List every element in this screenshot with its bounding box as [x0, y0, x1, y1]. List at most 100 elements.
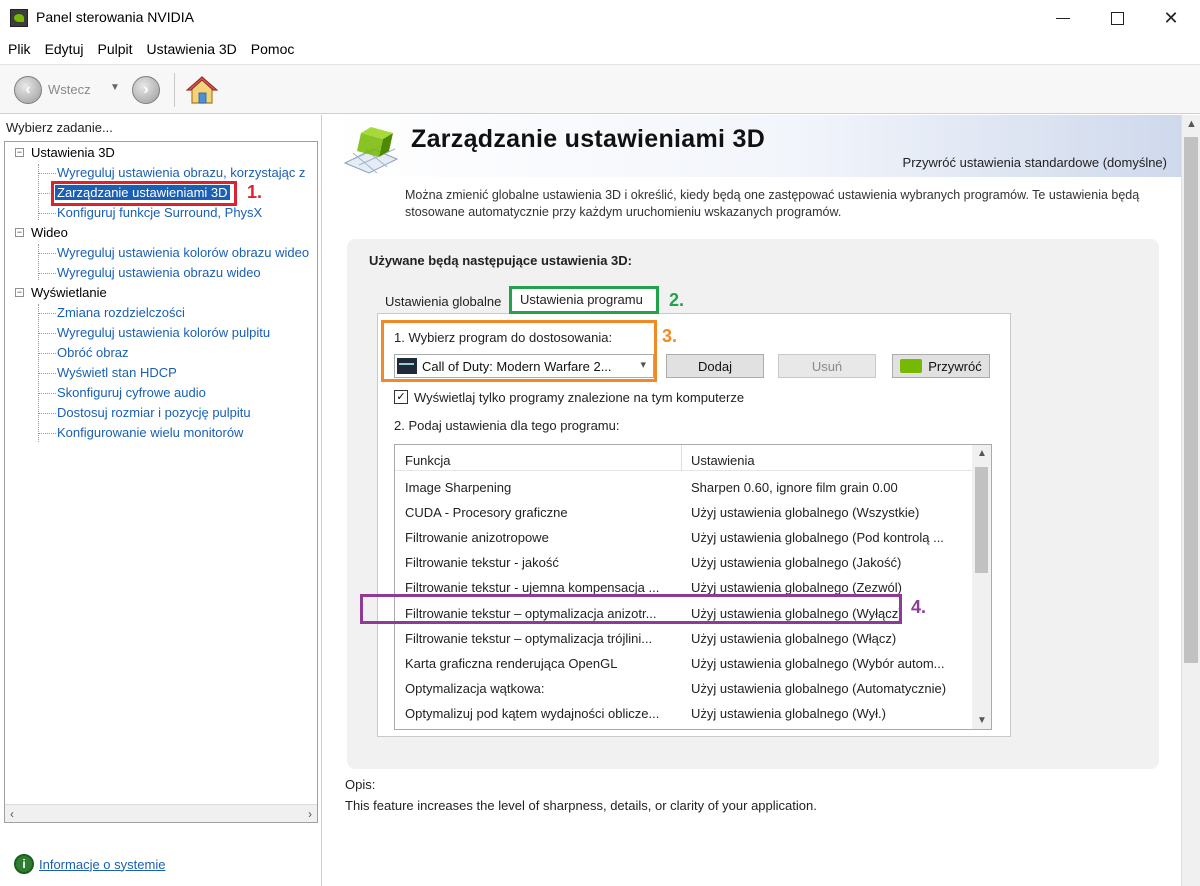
scroll-left-icon[interactable]: ‹ [10, 807, 14, 821]
system-info-link[interactable]: Informacje o systemie [39, 857, 165, 872]
description-label: Opis: [345, 777, 376, 792]
close-button[interactable]: ✕ [1148, 4, 1194, 32]
feature-cell: Optymalizuj pod kątem wydajności oblicze… [405, 705, 660, 721]
settings-panel: Używane będą następujące ustawienia 3D: … [347, 239, 1159, 769]
program-select[interactable]: Call of Duty: Modern Warfare 2... ▾ [394, 354, 654, 378]
table-row[interactable]: CUDA - Procesory graficzne Użyj ustawieni… [395, 500, 973, 525]
toolbar-separator [174, 73, 175, 107]
column-header-setting[interactable]: Ustawienia [691, 453, 755, 468]
column-divider[interactable] [681, 445, 682, 471]
task-desktop-size-position[interactable]: Dostosuj rozmiar i pozycję pulpitu [57, 405, 251, 420]
table-row[interactable]: Filtrowanie anizotropowe Użyj ustawienia … [395, 525, 973, 550]
table-row[interactable]: Filtrowanie tekstur - jakość Użyj ustawie… [395, 550, 973, 575]
scroll-down-icon[interactable]: ▼ [977, 715, 987, 726]
tree-guide [38, 433, 56, 434]
tree-guide [38, 393, 56, 394]
menu-edit[interactable]: Edytuj [45, 41, 84, 57]
task-multiple-displays[interactable]: Konfigurowanie wielu monitorów [57, 425, 243, 440]
setting-cell[interactable]: Sharpen 0.60, ignore film grain 0.00 [691, 480, 967, 495]
grid-vertical-scrollbar[interactable]: ▲ ▼ [972, 445, 991, 729]
system-info: i Informacje o systemie [14, 854, 165, 874]
feature-cell: Optymalizacja wątkowa: [405, 680, 545, 696]
maximize-button[interactable] [1094, 4, 1140, 32]
tree-guide [38, 244, 39, 280]
setting-cell[interactable]: Użyj ustawienia globalnego (Automatyczni… [691, 681, 967, 696]
minimize-button[interactable] [1040, 4, 1086, 32]
setting-cell[interactable]: Użyj ustawienia globalnego (Wszystkie) [691, 505, 967, 520]
scroll-thumb[interactable] [1184, 137, 1198, 663]
scroll-up-icon[interactable]: ▲ [1186, 118, 1197, 130]
back-history-dropdown-icon[interactable]: ▼ [110, 82, 120, 93]
show-found-programs-checkbox[interactable]: ✓ [394, 390, 408, 404]
window-title: Panel sterowania NVIDIA [36, 9, 194, 25]
scroll-right-icon[interactable]: › [308, 807, 312, 821]
annotation-marker-1: 1. [247, 182, 263, 202]
setting-cell[interactable]: Użyj ustawienia globalnego (Jakość) [691, 555, 967, 570]
table-row[interactable]: Filtrowanie tekstur – optymalizacja trój… [395, 626, 973, 651]
task-digital-audio[interactable]: Skonfiguruj cyfrowe audio [57, 385, 206, 400]
setting-cell[interactable]: Użyj ustawienia globalnego (Wył.) [691, 706, 967, 721]
feature-cell: Image Sharpening [405, 480, 512, 495]
table-row[interactable]: Karta graficzna renderująca OpenGL Użyj u… [395, 651, 973, 676]
back-label[interactable]: Wstecz [48, 82, 91, 97]
tree-guide [38, 313, 56, 314]
scroll-thumb[interactable] [975, 467, 988, 573]
table-row[interactable]: Optymalizuj pod kątem wydajności oblicze… [395, 701, 973, 726]
collapse-icon[interactable]: − [15, 288, 24, 297]
category-3d-settings[interactable]: Ustawienia 3D [31, 145, 115, 160]
home-icon[interactable] [186, 75, 218, 105]
arrow-left-icon[interactable]: ‹ [14, 76, 42, 104]
content-vertical-scrollbar[interactable]: ▲ [1181, 115, 1200, 886]
tree-guide [38, 213, 56, 214]
task-view-hdcp-status[interactable]: Wyświetl stan HDCP [57, 365, 177, 380]
task-configure-surround-physx[interactable]: Konfiguruj funkcje Surround, PhysX [57, 205, 262, 220]
page-banner: Zarządzanie ustawieniami 3D Przywróć ust… [323, 115, 1181, 177]
menu-3d-settings[interactable]: Ustawienia 3D [147, 41, 237, 57]
menu-desktop[interactable]: Pulpit [97, 41, 132, 57]
close-icon: ✕ [1163, 7, 1179, 28]
task-pane-title: Wybierz zadanie... [6, 120, 113, 135]
task-desktop-color-settings[interactable]: Wyreguluj ustawienia kolorów pulpitu [57, 325, 270, 340]
annotation-marker-3: 3. [662, 326, 678, 346]
annotation-box-1 [51, 181, 237, 206]
tree-guide [38, 373, 56, 374]
category-video[interactable]: Wideo [31, 225, 68, 240]
task-video-color-settings[interactable]: Wyreguluj ustawienia kolorów obrazu wide… [57, 245, 309, 260]
page-intro: Można zmienić globalne ustawienia 3D i o… [405, 188, 1140, 219]
task-rotate-display[interactable]: Obróć obraz [57, 345, 129, 360]
restore-button[interactable]: Przywróć [892, 354, 990, 378]
task-video-image-settings[interactable]: Wyreguluj ustawienia obrazu wideo [57, 265, 261, 280]
table-row[interactable]: Optymalizacja wątkowa: Użyj ustawienia gl… [395, 676, 973, 701]
remove-button[interactable]: Usuń [778, 354, 876, 378]
setting-cell[interactable]: Użyj ustawienia globalnego (Wybór autom.… [691, 656, 967, 671]
column-header-feature[interactable]: Funkcja [405, 453, 451, 468]
arrow-right-icon[interactable]: › [132, 76, 160, 104]
table-row[interactable]: Image Sharpening Sharpen 0.60, ignore fil… [395, 475, 973, 500]
content-pane: Zarządzanie ustawieniami 3D Przywróć ust… [323, 115, 1200, 886]
feature-cell: Filtrowanie anizotropowe [405, 530, 549, 546]
menu-file[interactable]: Plik [8, 41, 31, 57]
task-change-resolution[interactable]: Zmiana rozdzielczości [57, 305, 185, 320]
tab-global-settings[interactable]: Ustawienia globalne [385, 294, 501, 309]
restore-button-label: Przywróć [928, 358, 982, 374]
setting-cell[interactable]: Użyj ustawienia globalnego (Pod kontrolą… [691, 530, 967, 545]
show-found-programs-label[interactable]: Wyświetlaj tylko programy znalezione na … [414, 390, 744, 405]
program-settings-grid: Funkcja Ustawienia Image Sharpening Sharp… [394, 444, 992, 730]
menu-help[interactable]: Pomoc [251, 41, 295, 57]
feature-cell: Filtrowanie tekstur – optymalizacja trój… [405, 630, 653, 646]
collapse-icon[interactable]: − [15, 148, 24, 157]
scroll-up-icon[interactable]: ▲ [977, 448, 987, 459]
task-adjust-image-preview[interactable]: Wyreguluj ustawienia obrazu, korzystając… [57, 165, 305, 180]
category-display[interactable]: Wyświetlanie [31, 285, 107, 300]
collapse-icon[interactable]: − [15, 228, 24, 237]
info-icon: i [14, 854, 34, 874]
restore-defaults-link[interactable]: Przywróć ustawienia standardowe (domyśln… [903, 155, 1167, 170]
tree-guide [38, 173, 56, 174]
settings-heading: Używane będą następujące ustawienia 3D: [369, 253, 632, 268]
tree-horizontal-scrollbar[interactable]: ‹ › [5, 804, 317, 822]
feature-cell: Karta graficzna renderująca OpenGL [405, 655, 618, 671]
grid-header: Funkcja Ustawienia [395, 445, 973, 471]
chevron-down-icon: ▾ [640, 359, 646, 371]
setting-cell[interactable]: Użyj ustawienia globalnego (Włącz) [691, 631, 967, 646]
add-button[interactable]: Dodaj [666, 354, 764, 378]
